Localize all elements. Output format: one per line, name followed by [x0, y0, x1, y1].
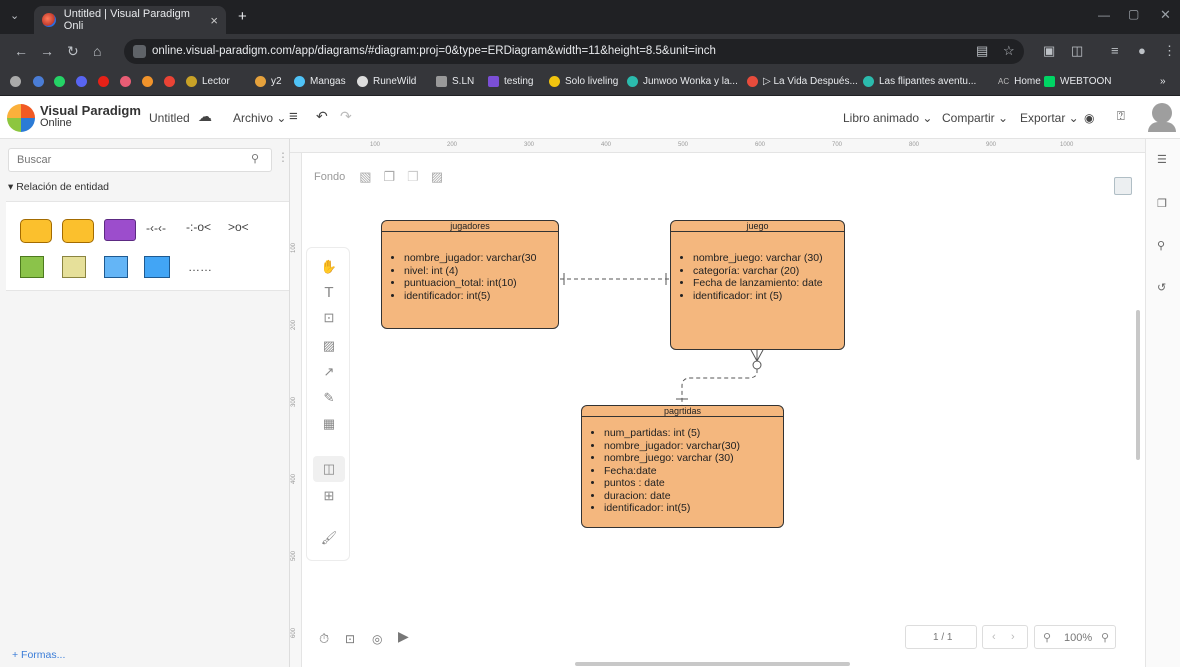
entity-title[interactable]: pagrtidas: [582, 406, 783, 417]
play-animation-icon[interactable]: ▶: [398, 628, 409, 645]
entity-field[interactable]: nivel: int (4): [404, 265, 558, 278]
horizontal-scrollbar[interactable]: [575, 662, 850, 666]
entity-title[interactable]: juego: [671, 221, 844, 232]
search-icon[interactable]: ⚲: [1157, 239, 1165, 252]
zoom-control: ⚲ 100% ⚲: [1034, 625, 1116, 649]
entity-field[interactable]: nombre_juego: varchar (30): [693, 252, 844, 265]
entity-field[interactable]: nombre_jugador: varchar(30: [404, 252, 558, 265]
entity-field[interactable]: identificador: int (5): [693, 290, 844, 303]
entity-fields: nombre_jugador: varchar(30 nivel: int (4…: [392, 252, 558, 302]
entity-field[interactable]: num_partidas: int (5): [604, 427, 783, 440]
entity-field[interactable]: nombre_juego: varchar (30): [604, 452, 783, 465]
vertical-scrollbar[interactable]: [1136, 310, 1140, 460]
history-icon[interactable]: ↺: [1157, 281, 1166, 294]
relationship-lines: [560, 273, 764, 405]
previous-page-icon[interactable]: ‹: [992, 631, 996, 643]
entity-fields: num_partidas: int (5) nombre_jugador: va…: [592, 427, 783, 515]
zoom-in-icon[interactable]: ⚲: [1101, 631, 1109, 644]
page-navigation: ‹ ›: [982, 625, 1028, 649]
present-icon[interactable]: ⊡: [345, 632, 355, 646]
next-page-icon[interactable]: ›: [1011, 631, 1015, 643]
zoom-out-icon[interactable]: ⚲: [1043, 631, 1051, 644]
entity-field[interactable]: duracion: date: [604, 490, 783, 503]
entity-jugadores[interactable]: jugadores nombre_jugador: varchar(30 niv…: [381, 220, 559, 329]
crowfoot-many-marker: [750, 349, 764, 362]
entity-field[interactable]: identificador: int(5): [604, 502, 783, 515]
entity-field[interactable]: categoría: varchar (20): [693, 265, 844, 278]
entity-field[interactable]: identificador: int(5): [404, 290, 558, 303]
entity-field[interactable]: Fecha de lanzamiento: date: [693, 277, 844, 290]
format-settings-icon[interactable]: ☰: [1157, 153, 1167, 166]
entity-fields: nombre_juego: varchar (30) categoría: va…: [681, 252, 844, 302]
entity-field[interactable]: puntos : date: [604, 477, 783, 490]
comment-icon[interactable]: ◎: [372, 632, 382, 646]
pages-icon[interactable]: ❐: [1157, 197, 1167, 210]
timer-icon[interactable]: ⏱: [319, 631, 329, 647]
relationship-juego-pagrtidas: [681, 369, 758, 405]
zero-marker: [752, 360, 762, 370]
page-number: 1 / 1: [933, 632, 953, 643]
properties-sidebar: ☰ ❐ ⚲ ↺: [1145, 139, 1180, 667]
entity-pagrtidas[interactable]: pagrtidas num_partidas: int (5) nombre_j…: [581, 405, 784, 528]
entity-field[interactable]: puntuacion_total: int(10): [404, 277, 558, 290]
zoom-level[interactable]: 100%: [1064, 632, 1092, 644]
entity-field[interactable]: Fecha:date: [604, 465, 783, 478]
entity-field[interactable]: nombre_jugador: varchar(30): [604, 440, 783, 453]
page-indicator[interactable]: 1 / 1: [905, 625, 977, 649]
entity-title[interactable]: jugadores: [382, 221, 558, 232]
entity-juego[interactable]: juego nombre_juego: varchar (30) categor…: [670, 220, 845, 350]
